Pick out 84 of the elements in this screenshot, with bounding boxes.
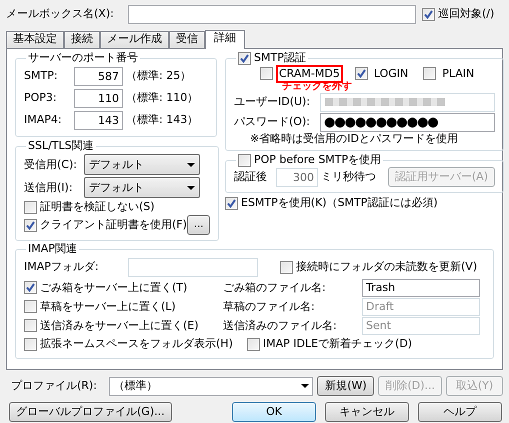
field-label: 送信済みのファイル名: (223, 318, 338, 332)
mailbox-name-field[interactable] (128, 4, 416, 24)
port-field[interactable]: 587 (74, 66, 123, 86)
checkbox-label: CRAM-MD5 (276, 64, 343, 82)
checkbox[interactable] (24, 281, 37, 294)
dropdown[interactable]: デフォルト (84, 154, 200, 175)
tab[interactable]: 基本設定 (6, 31, 64, 48)
dialog-button[interactable]: ヘルプ (418, 402, 502, 422)
group-title: SSL/TLS関連 (27, 139, 95, 153)
checkbox-label: IMAP IDLEで新着チェック(D) (262, 337, 412, 351)
checkmark-icon (26, 220, 35, 230)
field-label: パスワード(O): (234, 115, 311, 129)
dialog-button[interactable]: グローバルプロファイル(G)... (9, 402, 172, 422)
checkbox-label: LOGIN (372, 66, 410, 82)
checkbox-label: 拡張ネームスペースをフォルダ表示(H) (40, 337, 233, 351)
field-label: IMAPフォルダ: (24, 260, 100, 274)
dropdown-value: デフォルト (89, 158, 144, 172)
dropdown[interactable]: デフォルト (84, 177, 200, 198)
tab[interactable]: 受信 (169, 31, 205, 48)
port-default-text: （標準: 110） (126, 91, 198, 105)
checkbox-label: 草稿をサーバー上に置く(L) (40, 300, 176, 314)
checkbox-label: 接続時にフォルダの未読数を更新(V) (296, 260, 478, 274)
checkmark-icon (26, 283, 35, 292)
checkmark-icon (227, 198, 236, 208)
profile-dropdown[interactable]: （標準） (109, 376, 314, 396)
field-label: ごみ箱のファイル名: (223, 280, 327, 294)
checkbox-label: PLAIN (441, 66, 476, 82)
checkbox[interactable] (24, 200, 37, 214)
user-id-field[interactable] (320, 92, 495, 112)
checkbox[interactable] (24, 338, 37, 350)
tab[interactable]: 詳細 (205, 30, 245, 49)
checkbox[interactable] (238, 154, 251, 166)
unit-label: ミリ秒待つ (321, 170, 376, 184)
dialog-button[interactable]: ... (186, 215, 210, 235)
select-label: 送信用(I): (24, 180, 74, 194)
tab[interactable]: メール作成 (100, 31, 169, 48)
checkbox[interactable] (238, 52, 251, 64)
checkbox-label: 送信済みをサーバー上に置く(E) (40, 318, 199, 332)
checkbox[interactable] (260, 67, 273, 80)
checkbox[interactable] (422, 8, 435, 20)
dropdown-value: （標準） (113, 379, 158, 393)
port-label: SMTP: (24, 69, 59, 83)
checkbox[interactable] (280, 260, 293, 274)
dialog-button[interactable]: OK (232, 402, 316, 422)
group-title: IMAP関連 (27, 242, 78, 256)
checkmark-icon (424, 10, 433, 18)
file-name-field[interactable]: Trash (362, 278, 480, 296)
note-text: ※省略時は受信用のIDとパスワードを使用 (249, 132, 459, 146)
port-label: POP3: (24, 91, 58, 105)
caret-icon (187, 186, 195, 190)
field-label: メールボックス名(X): (6, 7, 115, 21)
select-label: 受信用(C): (24, 158, 78, 172)
checkbox-label: クライアント証明書を使用(F) (40, 218, 187, 232)
port-label: IMAP4: (24, 113, 63, 127)
checkbox[interactable] (354, 67, 368, 80)
caret-icon (301, 384, 310, 388)
port-default-text: （標準: 25） (126, 69, 192, 83)
field-label: 草稿のファイル名: (223, 300, 316, 314)
checkbox-label: 証明書を検証しない(S) (40, 200, 155, 214)
checkmark-icon (356, 69, 366, 78)
tab[interactable]: 接続 (64, 31, 100, 48)
field-label: プロファイル(R): (11, 379, 98, 393)
checkbox[interactable] (423, 67, 436, 80)
checkbox-label: ESMTPを使用(K)（SMTP認証には必須) (241, 196, 438, 210)
checkbox-label: SMTP認証 (254, 51, 306, 65)
dialog-button[interactable]: 新規(W) (317, 376, 374, 396)
checkbox-label: 巡回対象(/) (438, 7, 494, 21)
checkbox-label: POP before SMTPを使用 (254, 153, 382, 167)
caret-icon (187, 162, 195, 166)
field-label: ユーザーID(U): (234, 95, 312, 109)
port-default-text: （標準: 143） (126, 113, 198, 127)
port-field[interactable]: 143 (74, 110, 123, 130)
group-title: サーバーのポート番号 (27, 51, 139, 65)
field-label: 認証後 (234, 170, 267, 184)
checkbox-label: ごみ箱をサーバー上に置く(T) (40, 280, 188, 294)
imap-folder-field[interactable] (128, 258, 258, 276)
checkmark-icon (240, 54, 249, 62)
checkbox[interactable] (24, 218, 37, 232)
checkbox[interactable] (246, 338, 260, 350)
dropdown-value: デフォルト (89, 180, 144, 194)
port-field[interactable]: 110 (74, 88, 123, 108)
checkbox[interactable] (225, 196, 238, 210)
password-field[interactable]: ●●●●●●●●●●● (320, 112, 495, 132)
dialog-button[interactable]: キャンセル (325, 402, 409, 422)
